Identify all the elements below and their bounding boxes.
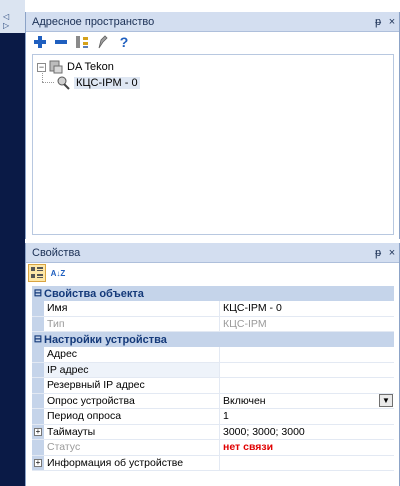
property-value[interactable]: [220, 378, 394, 393]
close-icon[interactable]: ×: [385, 247, 399, 259]
property-row-poll-period[interactable]: Период опроса 1: [32, 409, 394, 425]
properties-toolbar: A↓Z: [26, 263, 399, 283]
edit-button[interactable]: [95, 34, 111, 50]
property-value: КЦС-IPM: [223, 317, 267, 330]
tree-node-label: КЦС-IPM - 0: [74, 77, 140, 89]
plus-icon: [34, 36, 46, 48]
pin-icon[interactable]: ᵽ: [371, 16, 385, 28]
help-icon: ?: [119, 34, 129, 50]
category-device-settings[interactable]: ⊟ Настройки устройства: [32, 332, 394, 347]
property-row-type: Тип КЦС-IPM: [32, 316, 394, 332]
property-value-dropdown[interactable]: Включен ▼: [220, 394, 394, 409]
device-icon: [57, 76, 70, 90]
property-value[interactable]: 3000; 3000; 3000: [220, 425, 394, 440]
collapse-icon[interactable]: ⊟: [32, 334, 44, 345]
alphabetical-button[interactable]: A↓Z: [50, 265, 66, 281]
left-dock-header: ◁ ▷: [0, 0, 25, 33]
property-row-backup-ip[interactable]: Резервный IP адрес: [32, 378, 394, 394]
collapse-icon[interactable]: ⊟: [32, 288, 44, 299]
property-name: Тип: [44, 316, 220, 331]
tree-node-root[interactable]: − DA Tekon: [37, 59, 114, 75]
minus-icon: [55, 40, 67, 44]
property-name: Период опроса: [44, 409, 220, 424]
address-toolbar: ?: [26, 32, 399, 52]
expand-icon[interactable]: +: [34, 458, 42, 467]
properties-panel: Свойства ᵽ × A↓Z ⊟ Свойства объекта Имя …: [25, 243, 400, 486]
property-row-status: Статус нет связи: [32, 440, 394, 456]
property-row-polling[interactable]: Опрос устройства Включен ▼: [32, 393, 394, 409]
property-row-name[interactable]: Имя КЦС-IPM - 0: [32, 301, 394, 317]
help-button[interactable]: ?: [116, 34, 132, 50]
panel-title: Адресное пространство: [32, 15, 155, 28]
address-space-header: Адресное пространство ᵽ ×: [26, 12, 399, 32]
server-icon: [49, 60, 63, 74]
document-area: [0, 33, 25, 486]
property-value[interactable]: [220, 456, 394, 471]
tree-line: [42, 82, 54, 83]
category-object-properties[interactable]: ⊟ Свойства объекта: [32, 286, 394, 301]
settings-icon: [76, 36, 88, 48]
configure-button[interactable]: [74, 34, 90, 50]
tab-nav-arrows[interactable]: ◁ ▷: [3, 12, 25, 30]
tree-line: [42, 71, 43, 82]
panel-title: Свойства: [32, 246, 81, 259]
property-name: Статус: [44, 440, 220, 455]
status-value: нет связи: [223, 441, 274, 454]
property-name: Адрес: [44, 347, 220, 362]
remove-button[interactable]: [53, 34, 69, 50]
property-value[interactable]: 1: [220, 409, 394, 424]
property-value[interactable]: [220, 347, 394, 362]
address-space-panel: Адресное пространство ᵽ × ? − DA Tekon К…: [25, 12, 400, 239]
categorized-button[interactable]: [28, 264, 46, 282]
properties-header: Свойства ᵽ ×: [26, 243, 399, 263]
property-name: IP адрес: [44, 362, 220, 377]
dropdown-value: Включен: [223, 394, 266, 407]
categorized-icon: [31, 267, 43, 278]
pen-icon: [98, 35, 108, 49]
category-label: Свойства объекта: [44, 287, 144, 300]
property-name: Опрос устройства: [44, 393, 220, 408]
property-name: Таймауты: [44, 424, 220, 439]
sort-az-icon: A↓Z: [50, 268, 66, 278]
expand-icon[interactable]: +: [34, 427, 42, 436]
property-row-ip[interactable]: IP адрес: [32, 362, 394, 378]
tree-node-device[interactable]: КЦС-IPM - 0: [57, 75, 140, 91]
close-icon[interactable]: ×: [385, 16, 399, 28]
address-tree: − DA Tekon КЦС-IPM - 0: [32, 54, 394, 235]
property-value[interactable]: КЦС-IPM - 0: [220, 301, 394, 316]
add-button[interactable]: [32, 34, 48, 50]
property-row-timeouts[interactable]: + Таймауты 3000; 3000; 3000: [32, 424, 394, 440]
property-grid: ⊟ Свойства объекта Имя КЦС-IPM - 0 Тип К…: [32, 286, 394, 471]
left-dock-strip: ◁ ▷: [0, 0, 25, 486]
tree-node-label: DA Tekon: [67, 61, 114, 73]
property-row-address[interactable]: Адрес: [32, 347, 394, 363]
property-name: Резервный IP адрес: [44, 378, 220, 393]
chevron-down-icon[interactable]: ▼: [379, 394, 393, 408]
category-label: Настройки устройства: [44, 333, 167, 346]
property-name: Информация об устройстве: [44, 455, 220, 470]
property-name: Имя: [44, 301, 220, 316]
property-row-device-info[interactable]: + Информация об устройстве: [32, 455, 394, 471]
pin-icon[interactable]: ᵽ: [371, 247, 385, 259]
property-value[interactable]: [220, 363, 394, 378]
